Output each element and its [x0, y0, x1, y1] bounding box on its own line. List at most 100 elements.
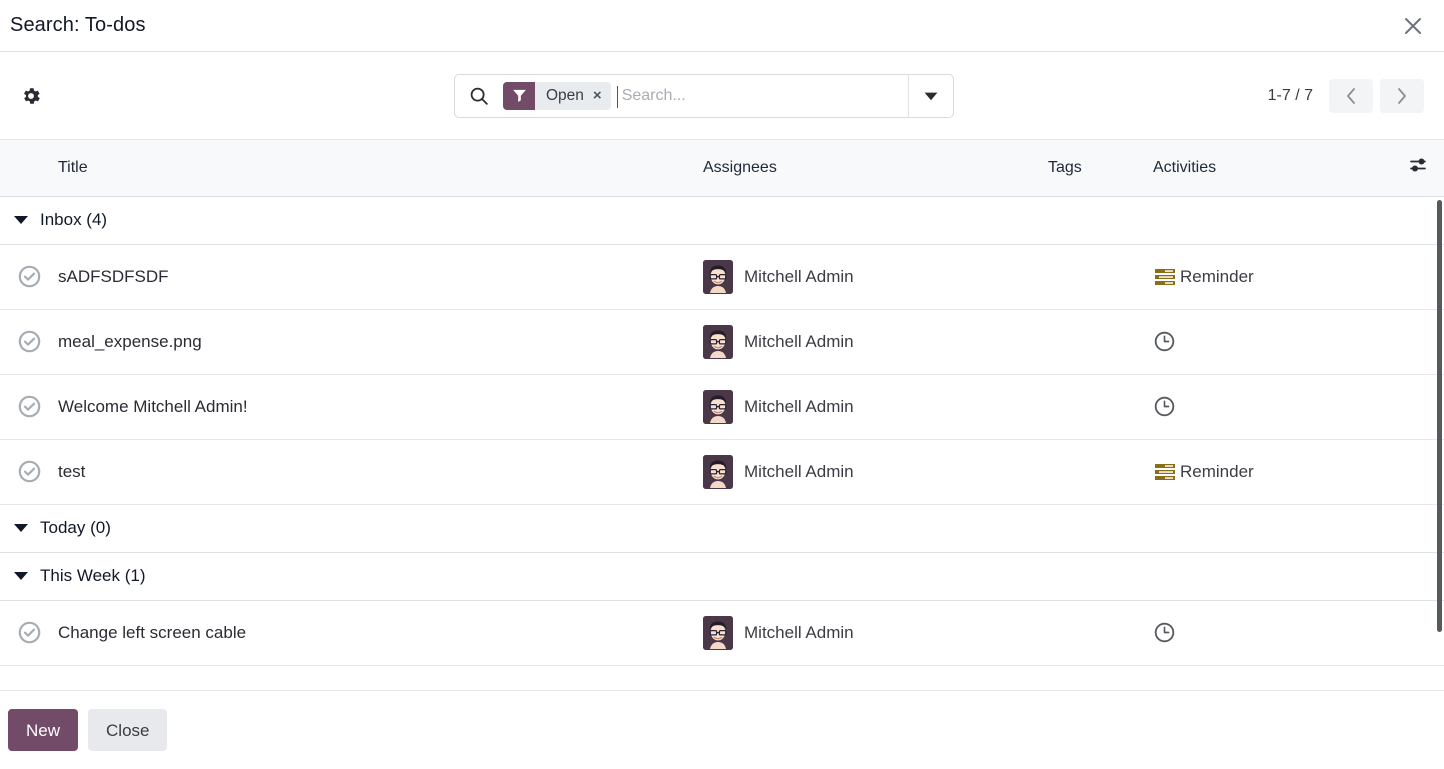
row-tags[interactable] [1048, 244, 1153, 310]
row-check-cell[interactable] [0, 600, 58, 666]
circle-check-icon[interactable] [17, 329, 42, 354]
group-row-inbox[interactable]: Inbox (4) [0, 196, 1444, 245]
row-check-cell[interactable] [0, 309, 58, 375]
row-tags[interactable] [1048, 309, 1153, 375]
sliders-icon[interactable] [1409, 155, 1429, 175]
clock-icon[interactable] [1153, 395, 1176, 418]
scrollbar-thumb[interactable] [1437, 200, 1442, 632]
circle-check-icon[interactable] [17, 459, 42, 484]
th-assignees[interactable]: Assignees [703, 140, 1048, 197]
control-panel: Open × 1-7 / 7 [0, 52, 1444, 140]
assignee-name: Mitchell Admin [744, 266, 854, 286]
table-row[interactable]: Welcome Mitchell Admin! Mitchell Admin [0, 374, 1444, 440]
th-title[interactable]: Title [58, 140, 703, 197]
todos-table: Title Assignees Tags Activities Inbox (4… [0, 140, 1444, 666]
avatar [703, 454, 733, 489]
list-view: Title Assignees Tags Activities Inbox (4… [0, 140, 1444, 690]
activity-label: Reminder [1180, 461, 1254, 481]
row-title[interactable]: sADFSDFSDF [58, 244, 703, 310]
row-assignees[interactable]: Mitchell Admin [703, 600, 1048, 666]
th-select [0, 140, 58, 197]
group-row-today[interactable]: Today (0) [0, 504, 1444, 553]
group-cell[interactable]: Inbox (4) [0, 196, 1444, 245]
caret-down-icon[interactable] [14, 216, 28, 224]
pager: 1-7 / 7 [1267, 78, 1434, 113]
page-title: Search: To-dos [10, 14, 146, 36]
avatar [703, 389, 733, 424]
row-check-cell[interactable] [0, 374, 58, 440]
search-box[interactable]: Open × [454, 73, 954, 118]
caret-down-icon[interactable] [14, 524, 28, 532]
row-activities[interactable]: Reminder [1153, 244, 1409, 310]
row-activities[interactable] [1153, 600, 1409, 666]
table-header: Title Assignees Tags Activities [0, 140, 1444, 197]
close-icon[interactable] [1396, 9, 1430, 43]
group-row-this-week[interactable]: This Week (1) [0, 552, 1444, 601]
activity-label: Reminder [1180, 266, 1254, 286]
row-assignees[interactable]: Mitchell Admin [703, 309, 1048, 375]
circle-check-icon[interactable] [17, 620, 42, 645]
table-row[interactable]: Change left screen cable Mitchell Admin [0, 600, 1444, 666]
avatar [703, 615, 733, 650]
clock-icon[interactable] [1153, 330, 1176, 353]
pager-range: 1-7 / 7 [1267, 86, 1313, 104]
gear-icon[interactable] [14, 79, 48, 113]
group-cell[interactable]: Today (0) [0, 504, 1444, 553]
clock-icon[interactable] [1153, 621, 1176, 644]
vertical-scrollbar[interactable] [1433, 192, 1444, 690]
row-check-cell[interactable] [0, 439, 58, 505]
row-title[interactable]: meal_expense.png [58, 309, 703, 375]
th-tags[interactable]: Tags [1048, 140, 1153, 197]
row-activities[interactable] [1153, 309, 1409, 375]
assignee-name: Mitchell Admin [744, 461, 854, 481]
row-assignees[interactable]: Mitchell Admin [703, 374, 1048, 440]
row-assignees[interactable]: Mitchell Admin [703, 439, 1048, 505]
close-button[interactable]: Close [88, 709, 168, 751]
row-tags[interactable] [1048, 374, 1153, 440]
table-row[interactable]: sADFSDFSDF Mitchell Admin Reminder [0, 244, 1444, 310]
row-title[interactable]: Welcome Mitchell Admin! [58, 374, 703, 440]
group-label: This Week (1) [40, 566, 146, 585]
row-activities[interactable] [1153, 374, 1409, 440]
row-title[interactable]: test [58, 439, 703, 505]
th-activities[interactable]: Activities [1153, 140, 1409, 197]
search-facet-remove-icon[interactable]: × [593, 88, 602, 103]
circle-check-icon[interactable] [17, 264, 42, 289]
filter-icon [503, 81, 535, 110]
chevron-left-icon[interactable] [1329, 78, 1373, 113]
row-activities[interactable]: Reminder [1153, 439, 1409, 505]
assignee-name: Mitchell Admin [744, 331, 854, 351]
dialog-footer: New Close [0, 690, 1444, 769]
search-icon [455, 85, 503, 107]
group-cell[interactable]: This Week (1) [0, 552, 1444, 601]
group-label: Inbox (4) [40, 210, 108, 229]
new-button[interactable]: New [8, 709, 79, 751]
row-title[interactable]: Change left screen cable [58, 600, 703, 666]
table-row[interactable]: meal_expense.png Mitchell Admin [0, 309, 1444, 375]
circle-check-icon[interactable] [17, 394, 42, 419]
search-facet-label: Open [546, 86, 584, 104]
row-tags[interactable] [1048, 600, 1153, 666]
assignee-name: Mitchell Admin [744, 622, 854, 642]
table-body: Inbox (4) sADFSDFSDF Mitchell Admin Remi… [0, 196, 1444, 666]
search-input[interactable] [616, 74, 908, 117]
control-panel-left [14, 79, 454, 113]
group-label: Today (0) [40, 518, 111, 537]
reminder-icon[interactable] [1153, 266, 1177, 288]
assignee-name: Mitchell Admin [744, 396, 854, 416]
table-row[interactable]: test Mitchell Admin Reminder [0, 439, 1444, 505]
search-facet-open[interactable]: Open × [503, 81, 611, 110]
row-tags[interactable] [1048, 439, 1153, 505]
search-facet-body: Open × [535, 81, 611, 110]
caret-down-icon[interactable] [14, 572, 28, 580]
chevron-right-icon[interactable] [1380, 78, 1424, 113]
row-assignees[interactable]: Mitchell Admin [703, 244, 1048, 310]
th-options [1409, 140, 1444, 197]
reminder-icon[interactable] [1153, 461, 1177, 483]
avatar [703, 324, 733, 359]
row-check-cell[interactable] [0, 244, 58, 310]
todos-search-dialog: Search: To-dos Open × Search... 1-7 / 7 … [0, 0, 1444, 769]
chevron-down-icon[interactable] [908, 74, 953, 117]
dialog-titlebar: Search: To-dos [0, 0, 1444, 52]
search-input-wrap [616, 74, 908, 117]
